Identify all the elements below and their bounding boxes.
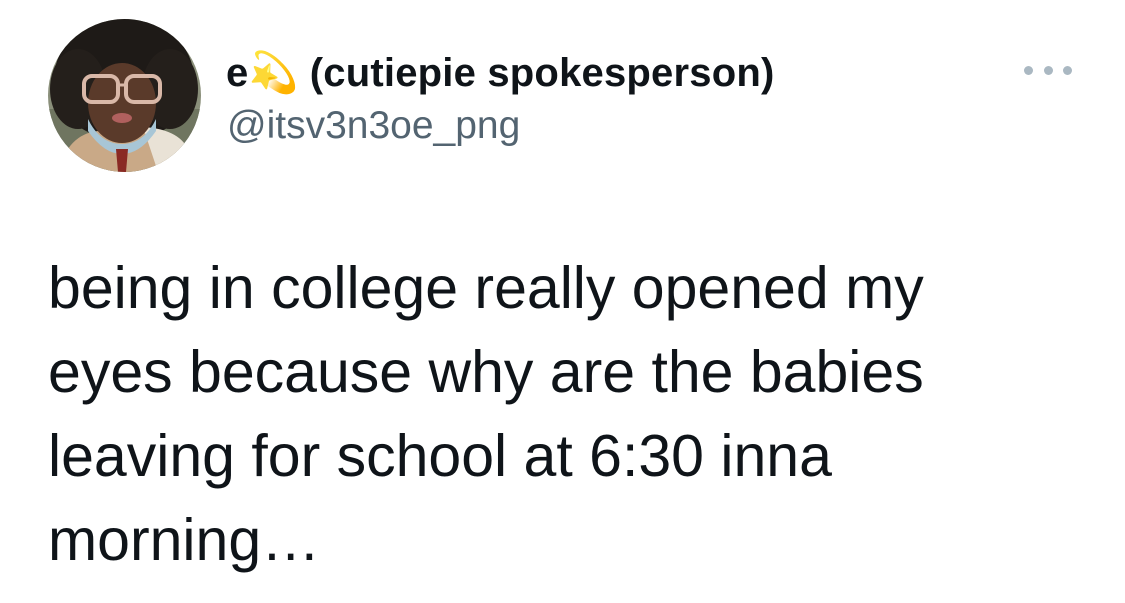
author-avatar[interactable] bbox=[48, 19, 201, 172]
avatar-image bbox=[48, 19, 201, 172]
more-options-button[interactable] bbox=[1024, 58, 1072, 82]
tweet-card: e💫 (cutiepie spokesperson) @itsv3n3oe_pn… bbox=[0, 0, 1125, 603]
more-horizontal-icon bbox=[1024, 65, 1033, 75]
more-horizontal-icon-dot bbox=[1063, 65, 1072, 75]
author-name-line[interactable]: e💫 (cutiepie spokesperson) bbox=[226, 46, 774, 98]
more-horizontal-icon-dot bbox=[1043, 65, 1053, 75]
author-display-name[interactable]: e💫 (cutiepie spokesperson) bbox=[226, 49, 774, 96]
tweet-text: being in college really opened my eyes b… bbox=[48, 255, 924, 573]
author-handle[interactable]: @itsv3n3oe_png bbox=[227, 104, 520, 148]
